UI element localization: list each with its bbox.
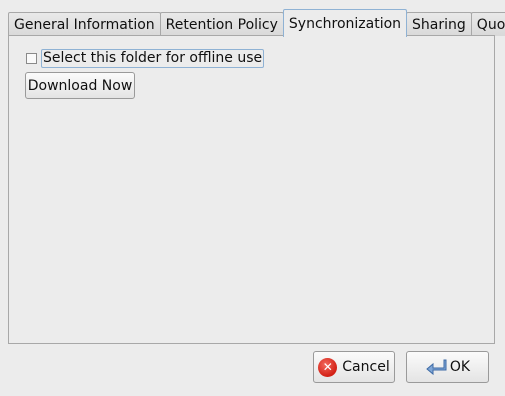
ok-label: OK <box>449 359 471 375</box>
tab-bar: General Information Retention Policy Syn… <box>8 9 505 37</box>
cancel-button[interactable]: ✕ Cancel <box>313 351 395 383</box>
cancel-icon: ✕ <box>318 357 338 377</box>
tab-general-information[interactable]: General Information <box>8 12 161 36</box>
synchronization-panel: Select this folder for offline use Downl… <box>8 35 495 344</box>
folder-properties-dialog: General Information Retention Policy Syn… <box>0 0 505 396</box>
tab-retention-policy[interactable]: Retention Policy <box>159 12 284 36</box>
ok-arrow-icon <box>425 358 447 376</box>
offline-use-checkbox[interactable] <box>26 53 37 64</box>
offline-use-label[interactable]: Select this folder for offline use <box>41 49 265 68</box>
download-now-button[interactable]: Download Now <box>25 72 135 99</box>
cancel-label: Cancel <box>342 359 390 375</box>
offline-use-option[interactable]: Select this folder for offline use <box>26 49 265 68</box>
tab-synchronization[interactable]: Synchronization <box>282 9 408 37</box>
tab-quota[interactable]: Quota <box>470 12 505 36</box>
download-now-label: Download Now <box>27 77 133 94</box>
ok-button[interactable]: OK <box>406 351 489 383</box>
tab-sharing[interactable]: Sharing <box>406 12 472 36</box>
